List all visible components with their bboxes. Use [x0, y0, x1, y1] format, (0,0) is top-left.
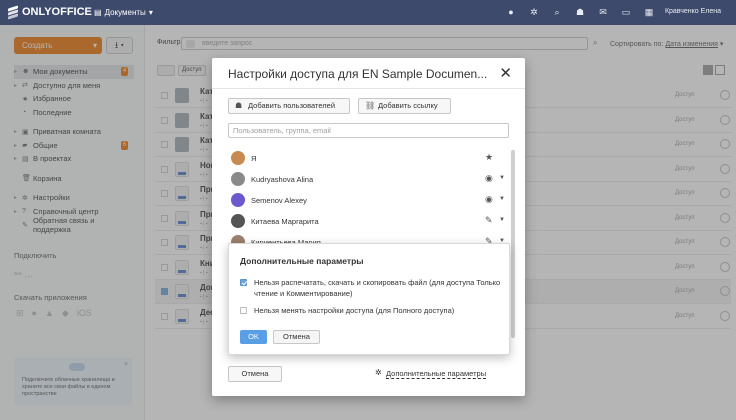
divider	[212, 88, 525, 89]
people-icon[interactable]: ☗	[575, 7, 585, 17]
logo-text: ONLYOFFICE	[22, 6, 92, 18]
eye-icon[interactable]: ◉	[485, 194, 493, 205]
chevron-down-icon[interactable]: ▼	[499, 196, 505, 202]
documents-icon: ▤	[94, 8, 102, 17]
advanced-settings-link[interactable]: ✲ Дополнительные параметры	[375, 368, 487, 379]
top-bar: ONLYOFFICE ▤ Документы ▾ ● ✲ ⌕ ☗ ✉ ▭ ▦ К…	[0, 0, 736, 25]
dialog-title: Настройки доступа для EN Sample Documen.…	[228, 67, 488, 81]
add-link-label: Добавить ссылку	[378, 101, 438, 110]
chat-icon[interactable]: ▭	[621, 7, 631, 17]
checkbox[interactable]	[240, 307, 247, 314]
module-menu[interactable]: ▤ Документы ▾	[94, 8, 153, 17]
link-icon: ⛓	[365, 101, 376, 110]
avatar	[231, 193, 245, 207]
help-icon[interactable]: ●	[506, 7, 516, 17]
option-label: Нельзя распечатать, скачать и скопироват…	[254, 278, 501, 298]
popup-cancel-button[interactable]: Отмена	[273, 330, 320, 344]
advanced-settings-popup: Дополнительные параметры Нельзя распечат…	[228, 243, 510, 355]
module-title: Документы	[104, 8, 146, 17]
popup-title: Дополнительные параметры	[240, 256, 364, 266]
onlyoffice-logo-icon	[8, 4, 18, 20]
list-item: Kudryashova Alina ◉ ▼	[228, 169, 508, 189]
user-name: Китаева Маргарита	[251, 217, 319, 226]
user-search-input[interactable]: Пользователь, группа, email	[228, 123, 509, 138]
user-name: Semenov Alexey	[251, 196, 307, 205]
avatar	[231, 172, 245, 186]
chevron-down-icon[interactable]: ▼	[499, 217, 505, 223]
settings-icon[interactable]: ✲	[529, 7, 539, 17]
close-icon[interactable]: ✕	[499, 64, 512, 82]
calendar-icon[interactable]: ▦	[644, 7, 654, 17]
checkbox[interactable]	[240, 279, 247, 286]
scrollbar[interactable]	[511, 150, 515, 338]
advanced-settings-label: Дополнительные параметры	[386, 369, 487, 378]
mail-icon[interactable]: ✉	[598, 7, 608, 17]
cancel-button[interactable]: Отмена	[228, 366, 282, 382]
avatar	[231, 214, 245, 228]
pencil-icon[interactable]: ✎	[485, 215, 493, 226]
gear-icon: ✲	[375, 368, 382, 377]
user-menu[interactable]: Кравченко Елена	[665, 8, 721, 15]
user-name: Kudryashova Alina	[251, 175, 314, 184]
list-item: Semenov Alexey ◉ ▼	[228, 190, 508, 210]
app-logo[interactable]: ONLYOFFICE	[8, 4, 92, 20]
list-item: Я ★	[228, 148, 508, 168]
chevron-down-icon: ▾	[148, 8, 153, 17]
chevron-down-icon[interactable]: ▼	[499, 175, 505, 181]
add-users-label: Добавить пользователей	[248, 101, 336, 110]
search-icon[interactable]: ⌕	[552, 7, 562, 17]
list-item: Китаева Маргарита ✎ ▼	[228, 211, 508, 231]
add-link-button[interactable]: ⛓ Добавить ссылку	[358, 98, 451, 114]
avatar	[231, 151, 245, 165]
eye-icon[interactable]: ◉	[485, 173, 493, 184]
user-icon: ☗	[235, 101, 243, 110]
ok-button[interactable]: OK	[240, 330, 267, 344]
user-name: Я	[251, 154, 257, 163]
owner-star-icon: ★	[485, 152, 494, 162]
add-users-button[interactable]: ☗ Добавить пользователей	[228, 98, 350, 114]
option-label: Нельзя менять настройки доступа (для Пол…	[254, 306, 455, 315]
